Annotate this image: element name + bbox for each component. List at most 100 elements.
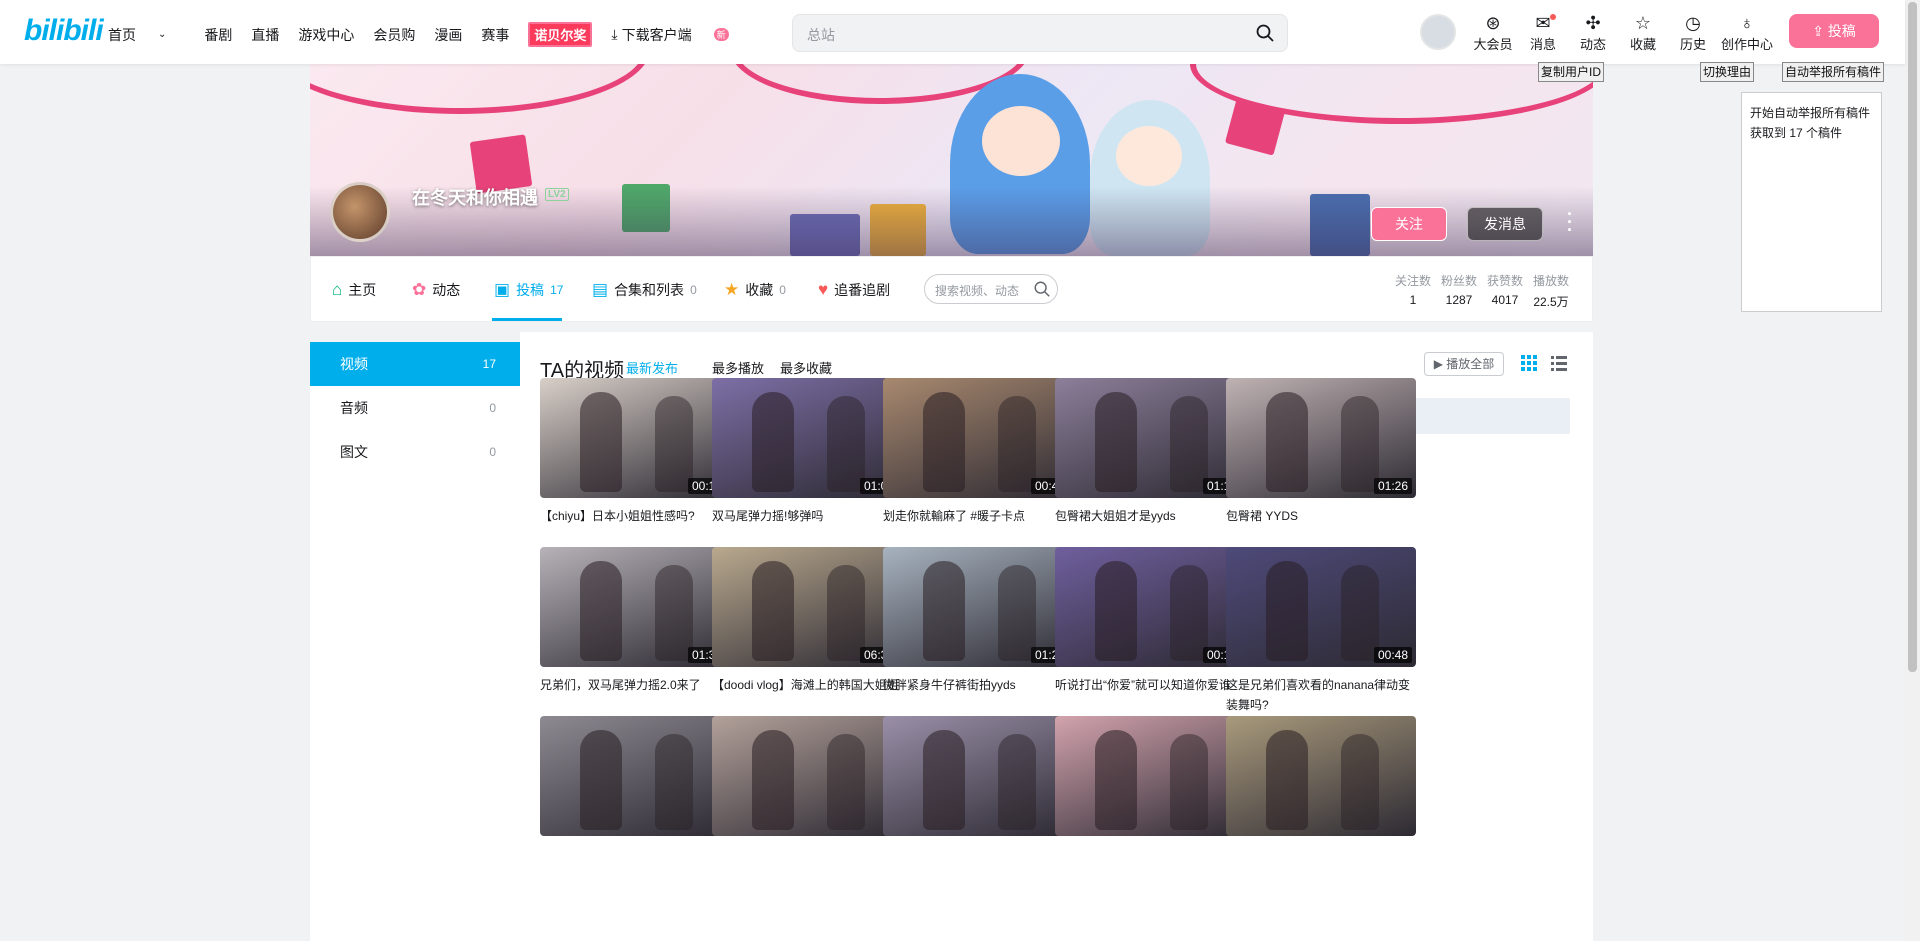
video-title[interactable]: 这是兄弟们喜欢看的nanana律动变装舞吗? bbox=[1226, 675, 1416, 715]
video-card[interactable]: 06:32【doodi vlog】海滩上的韩国大姐姐▷17162022-4-23 bbox=[712, 547, 902, 731]
tab-dynamic[interactable]: ✿ 动态 bbox=[412, 280, 460, 300]
upload-button[interactable]: ⇪ 投稿 bbox=[1789, 14, 1879, 48]
video-title[interactable] bbox=[1226, 844, 1416, 884]
video-card[interactable]: 01:14包臀裙大姐姐才是yyds▷15562022-4-26 bbox=[1055, 378, 1245, 562]
auto-report-button[interactable]: 自动举报所有稿件 bbox=[1782, 62, 1885, 82]
video-card[interactable]: 01:21微胖紧身牛仔裤街拍yyds▷67952022-4-22 bbox=[883, 547, 1073, 731]
sidebar-item-count: 0 bbox=[489, 401, 496, 415]
video-title[interactable]: 包臀裙 YYDS bbox=[1226, 506, 1416, 546]
more-options-icon[interactable]: · · · bbox=[1562, 205, 1578, 239]
nav-anime[interactable]: 番剧 bbox=[204, 22, 232, 47]
video-card[interactable]: 00:13听说打出“你爱”就可以知道你爱谁▷2552022-4-22 bbox=[1055, 547, 1245, 731]
dynamic-button[interactable]: ✣ 动态 bbox=[1568, 12, 1618, 53]
sidebar-item-audio[interactable]: 音频 0 bbox=[310, 386, 520, 430]
video-title[interactable] bbox=[1055, 844, 1245, 884]
video-thumbnail[interactable] bbox=[540, 716, 730, 836]
video-title[interactable]: 兄弟们，双马尾弹力摇2.0来了 bbox=[540, 675, 730, 715]
scrollbar[interactable] bbox=[1905, 0, 1920, 941]
video-card[interactable] bbox=[1226, 716, 1416, 884]
space-search-input[interactable]: 搜索视频、动态 bbox=[924, 274, 1058, 304]
stat-followers[interactable]: 粉丝数 1287 bbox=[1436, 272, 1482, 310]
video-thumbnail[interactable]: 00:13 bbox=[1055, 547, 1245, 667]
video-title[interactable]: 包臀裙大姐姐才是yyds bbox=[1055, 506, 1245, 546]
copy-uid-button[interactable]: 复制用户ID bbox=[1538, 62, 1605, 82]
search-icon[interactable] bbox=[1033, 280, 1051, 298]
nav-mall[interactable]: 会员购 bbox=[373, 22, 415, 47]
video-thumbnail[interactable]: 01:03 bbox=[712, 378, 902, 498]
message-button[interactable]: ✉ 消息 bbox=[1518, 12, 1568, 53]
video-thumbnail[interactable]: 01:21 bbox=[883, 547, 1073, 667]
video-card[interactable]: 00:17【chiyu】日本小姐姐性感吗?▷10372022-5-2 bbox=[540, 378, 730, 562]
scrollbar-thumb[interactable] bbox=[1908, 2, 1917, 672]
video-card[interactable]: 00:45划走你就輸麻了 #暖子卡点▷24812022-4-27 bbox=[883, 378, 1073, 562]
creator-center-button[interactable]: ♁ 创作中心 bbox=[1718, 12, 1776, 53]
video-title[interactable]: 划走你就輸麻了 #暖子卡点 bbox=[883, 506, 1073, 546]
nav-game-center[interactable]: 游戏中心 bbox=[298, 22, 354, 47]
video-card[interactable] bbox=[1055, 716, 1245, 884]
video-card[interactable]: 01:33兄弟们，双马尾弹力摇2.0来了▷2万2022-4-23 bbox=[540, 547, 730, 734]
sort-most-played[interactable]: 最多播放 bbox=[712, 358, 764, 377]
video-thumbnail[interactable]: 06:32 bbox=[712, 547, 902, 667]
video-title[interactable]: 【chiyu】日本小姐姐性感吗? bbox=[540, 506, 730, 546]
tab-uploads[interactable]: ▣ 投稿 17 bbox=[494, 280, 563, 300]
sidebar-item-video[interactable]: 视频 17 bbox=[310, 342, 520, 386]
favorites-button[interactable]: ☆ 收藏 bbox=[1618, 12, 1668, 53]
video-card[interactable] bbox=[712, 716, 902, 884]
tab-collections[interactable]: ▤ 合集和列表 0 bbox=[592, 280, 697, 300]
video-title[interactable]: 【doodi vlog】海滩上的韩国大姐姐 bbox=[712, 675, 902, 715]
stat-label: 播放数 bbox=[1532, 274, 1569, 288]
uploader-avatar[interactable] bbox=[330, 182, 390, 242]
nav-live[interactable]: 直播 bbox=[251, 22, 279, 47]
video-thumbnail[interactable] bbox=[712, 716, 902, 836]
video-thumbnail[interactable]: 01:33 bbox=[540, 547, 730, 667]
grid-view-icon[interactable] bbox=[1520, 354, 1538, 372]
video-thumbnail[interactable]: 01:26 bbox=[1226, 378, 1416, 498]
video-title[interactable] bbox=[712, 844, 902, 884]
tab-favorites[interactable]: ★ 收藏 0 bbox=[724, 280, 786, 300]
send-message-button[interactable]: 发消息 bbox=[1467, 207, 1543, 241]
video-title[interactable]: 听说打出“你爱”就可以知道你爱谁 bbox=[1055, 675, 1245, 715]
bilibili-logo[interactable]: bilibili bbox=[24, 14, 104, 48]
search-icon[interactable] bbox=[1255, 23, 1275, 43]
stat-following[interactable]: 关注数 1 bbox=[1390, 272, 1436, 310]
search-input[interactable]: 总站 bbox=[792, 14, 1288, 52]
video-title[interactable]: 微胖紧身牛仔裤街拍yyds bbox=[883, 675, 1073, 715]
upload-label: 投稿 bbox=[1827, 23, 1856, 39]
nav-home[interactable]: 首页 ⌄ bbox=[108, 22, 185, 47]
nav-manga[interactable]: 漫画 bbox=[434, 22, 462, 47]
video-thumbnail[interactable]: 00:17 bbox=[540, 378, 730, 498]
uploader-name[interactable]: 在冬天和你相遇 bbox=[412, 184, 538, 210]
star-icon: ★ bbox=[724, 280, 740, 299]
list-view-icon[interactable] bbox=[1550, 354, 1568, 372]
favorites-label: 收藏 bbox=[1629, 37, 1656, 52]
video-card[interactable]: 00:48这是兄弟们喜欢看的nanana律动变装舞吗?▷8032022-4-21 bbox=[1226, 547, 1416, 731]
stat-label: 粉丝数 bbox=[1440, 274, 1477, 288]
nav-download[interactable]: ⤓ 下载客户端 新 bbox=[611, 22, 747, 47]
video-title[interactable] bbox=[540, 844, 730, 884]
sidebar-item-article[interactable]: 图文 0 bbox=[310, 430, 520, 474]
video-thumbnail[interactable] bbox=[1055, 716, 1245, 836]
vip-button[interactable]: ⊛ 大会员 bbox=[1468, 12, 1518, 53]
video-title[interactable]: 双马尾弹力摇!够弹吗 bbox=[712, 506, 902, 546]
play-all-button[interactable]: ▶ 播放全部 bbox=[1424, 352, 1504, 376]
video-thumbnail[interactable]: 00:48 bbox=[1226, 547, 1416, 667]
switch-reason-button[interactable]: 切换理由 bbox=[1700, 62, 1755, 82]
video-thumbnail[interactable]: 01:14 bbox=[1055, 378, 1245, 498]
video-card[interactable] bbox=[883, 716, 1073, 884]
history-button[interactable]: ◷ 历史 bbox=[1668, 12, 1718, 53]
stat-plays: 播放数 22.5万 bbox=[1528, 272, 1574, 310]
sort-most-favorited[interactable]: 最多收藏 bbox=[780, 358, 832, 377]
video-card[interactable] bbox=[540, 716, 730, 884]
follow-button[interactable]: 关注 bbox=[1371, 207, 1447, 241]
video-thumbnail[interactable]: 00:45 bbox=[883, 378, 1073, 498]
video-card[interactable]: 01:03双马尾弹力摇!够弹吗▷14.3万2022-4-29 bbox=[712, 378, 902, 565]
video-thumbnail[interactable] bbox=[1226, 716, 1416, 836]
video-thumbnail[interactable] bbox=[883, 716, 1073, 836]
nav-hot-event[interactable]: 诺贝尔奖 bbox=[528, 22, 593, 47]
nav-esports[interactable]: 赛事 bbox=[481, 22, 509, 47]
video-title[interactable] bbox=[883, 844, 1073, 884]
video-card[interactable]: 01:26包臀裙 YYDS▷26722022-4-24 bbox=[1226, 378, 1416, 562]
tab-bangumi[interactable]: ♥ 追番追剧 bbox=[818, 280, 890, 300]
avatar[interactable] bbox=[1420, 14, 1456, 50]
tab-home[interactable]: ⌂ 主页 bbox=[332, 280, 376, 300]
